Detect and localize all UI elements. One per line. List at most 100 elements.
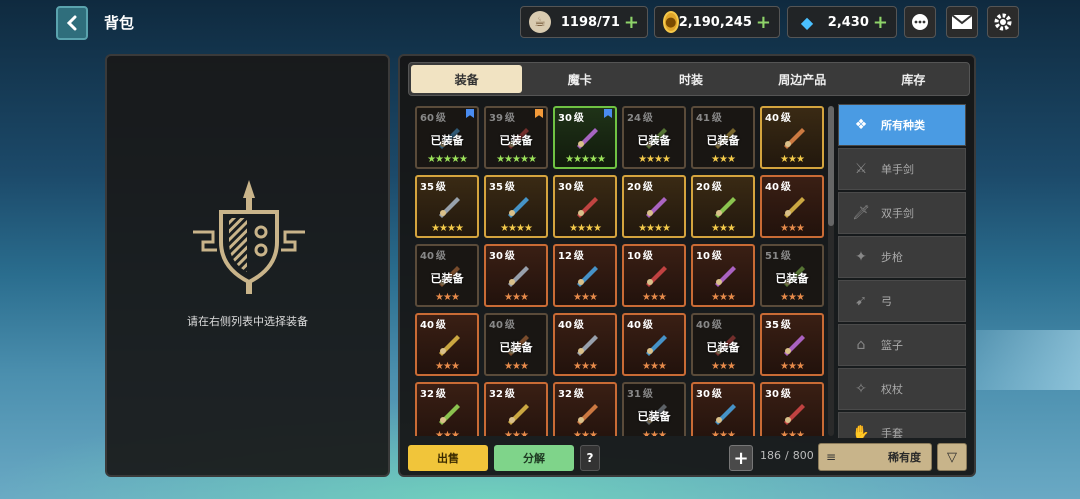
item-level-unit: 级 [573,389,584,400]
inventory-item-slot[interactable]: 10 级 ★★★ [622,244,686,307]
inventory-item-slot[interactable]: 30 级 ★★★ [760,382,824,436]
blue-staff-icon [573,193,601,219]
category-item[interactable]: ➹ 弓 [838,280,966,322]
drill-lance-icon [573,124,601,150]
shield-swords-emblem-icon [193,180,305,294]
inventory-item-slot[interactable]: 60 级已装备 ★★★★★ [415,106,479,169]
grid-scrollbar[interactable] [828,106,834,436]
category-item[interactable]: ✦ 步枪 [838,236,966,278]
gold-add-icon[interactable]: + [756,12,779,33]
tab-merchandise[interactable]: 周边产品 [747,63,858,95]
coffee-add-icon[interactable]: + [624,12,647,33]
chat-button[interactable] [904,6,936,38]
inventory-item-slot[interactable]: 30 级 ★★★ [484,244,548,307]
back-button[interactable] [56,6,88,40]
item-stars: ★★★ [780,361,805,372]
inventory-item-slot[interactable]: 31 级已装备 ★★★ [622,382,686,436]
item-stars: ★★★ [435,361,460,372]
inventory-item-slot[interactable]: 30 级 ★★★★ [553,175,617,238]
item-level-number: 30 [696,389,710,400]
sell-button[interactable]: 出售 [408,445,488,471]
item-level: 30 级 [489,247,515,262]
category-item[interactable]: ⌂ 篮子 [838,324,966,366]
diamond-gem-icon: ◆ [800,12,814,32]
item-level-number: 24 [627,113,641,124]
inventory-item-slot[interactable]: 10 级 ★★★ [691,244,755,307]
inventory-item-slot[interactable]: 30 级 ★★★ [691,382,755,436]
tab-storage[interactable]: 库存 [858,63,969,95]
dismantle-button[interactable]: 分解 [494,445,574,471]
category-item[interactable]: ✧ 权杖 [838,368,966,410]
inventory-item-slot[interactable]: 40 级 ★★★ [760,175,824,238]
inventory-item-slot[interactable]: 30 级 ★★★★★ [553,106,617,169]
category-label: 权杖 [881,383,903,396]
item-level-number: 41 [696,113,710,124]
sort-direction-button[interactable]: ▽ [937,443,967,471]
grid-scrollbar-thumb[interactable] [828,106,834,226]
item-level: 12 级 [558,247,584,262]
treasure-chest-icon [435,193,463,219]
item-level-unit: 级 [780,113,791,124]
sort-dropdown[interactable]: ≡ 稀有度 [818,443,932,471]
chat-bubble-icon [912,14,928,30]
item-level-number: 51 [765,251,779,262]
inventory-item-slot[interactable]: 39 级已装备 ★★★★★ [484,106,548,169]
tab-fashion[interactable]: 时装 [635,63,746,95]
tab-equipment[interactable]: 装备 [411,65,523,93]
category-item[interactable]: 🗡 双手剑 [838,192,966,234]
item-stars: ★★★★★ [427,154,468,165]
inventory-item-slot[interactable]: 20 级 ★★★ [691,175,755,238]
category-label: 所有种类 [881,119,925,132]
item-stars: ★★★★★ [565,154,606,165]
one-hand-sword-icon: ⚔ [854,161,868,177]
inventory-item-slot[interactable]: 20 级 ★★★★ [622,175,686,238]
equipped-label: 已装备 [775,272,809,285]
category-item[interactable]: ❖ 所有种类 [838,104,966,146]
inventory-item-slot[interactable]: 41 级已装备 ★★★ [691,106,755,169]
settings-button[interactable] [987,6,1019,38]
category-item[interactable]: ⚔ 单手剑 [838,148,966,190]
coffee-resource[interactable]: ☕ 1198/71 + [520,6,648,38]
inventory-item-slot[interactable]: 51 级已装备 ★★★ [760,244,824,307]
gear-icon [994,13,1012,31]
inventory-item-slot[interactable]: 40 级已装备 ★★★ [484,313,548,376]
expand-capacity-button[interactable]: + [729,445,753,471]
inventory-item-slot[interactable]: 35 级 ★★★ [760,313,824,376]
item-level-unit: 级 [711,389,722,400]
item-stars: ★★★★ [638,223,671,234]
item-level-unit: 级 [504,182,515,193]
item-level-unit: 级 [573,113,584,124]
gem-resource[interactable]: ◆ 2,430 + [787,6,897,38]
item-stars: ★★★★★ [496,154,537,165]
item-level: 60 级 [420,109,446,124]
red-sword-icon [780,124,808,150]
bookmark-flag-icon [604,109,612,118]
inventory-item-slot[interactable]: 40 级 ★★★ [760,106,824,169]
item-level-number: 30 [558,113,572,124]
inventory-item-slot[interactable]: 12 级 ★★★ [553,244,617,307]
item-level-number: 40 [696,320,710,331]
item-stars: ★★★ [711,430,736,436]
inventory-item-slot[interactable]: 40 级 ★★★ [415,313,479,376]
inventory-item-slot[interactable]: 35 级 ★★★★ [484,175,548,238]
select-equipment-hint: 请在右侧列表中选择装备 [187,315,308,328]
inventory-item-slot[interactable]: 32 级 ★★★ [553,382,617,436]
inventory-item-slot[interactable]: 40 级已装备 ★★★ [691,313,755,376]
gold-resource[interactable]: ● 2,190,245 + [654,6,780,38]
inventory-item-slot[interactable]: 32 级 ★★★ [415,382,479,436]
category-item[interactable]: ✋ 手套 [838,412,966,438]
inventory-item-slot[interactable]: 35 级 ★★★★ [415,175,479,238]
inventory-item-slot[interactable]: 40 级 ★★★ [553,313,617,376]
item-level-unit: 级 [642,182,653,193]
gem-add-icon[interactable]: + [873,12,896,33]
red-bow-icon [711,400,739,426]
inventory-item-slot[interactable]: 24 级已装备 ★★★★ [622,106,686,169]
item-stars: ★★★ [780,430,805,436]
mail-button[interactable] [946,6,978,38]
inventory-item-slot[interactable]: 40 级已装备 ★★★ [415,244,479,307]
item-level: 30 级 [558,109,584,124]
inventory-item-slot[interactable]: 32 级 ★★★ [484,382,548,436]
tab-magic-cards[interactable]: 魔卡 [524,63,635,95]
inventory-item-slot[interactable]: 40 级 ★★★ [622,313,686,376]
help-button[interactable]: ? [580,445,600,471]
